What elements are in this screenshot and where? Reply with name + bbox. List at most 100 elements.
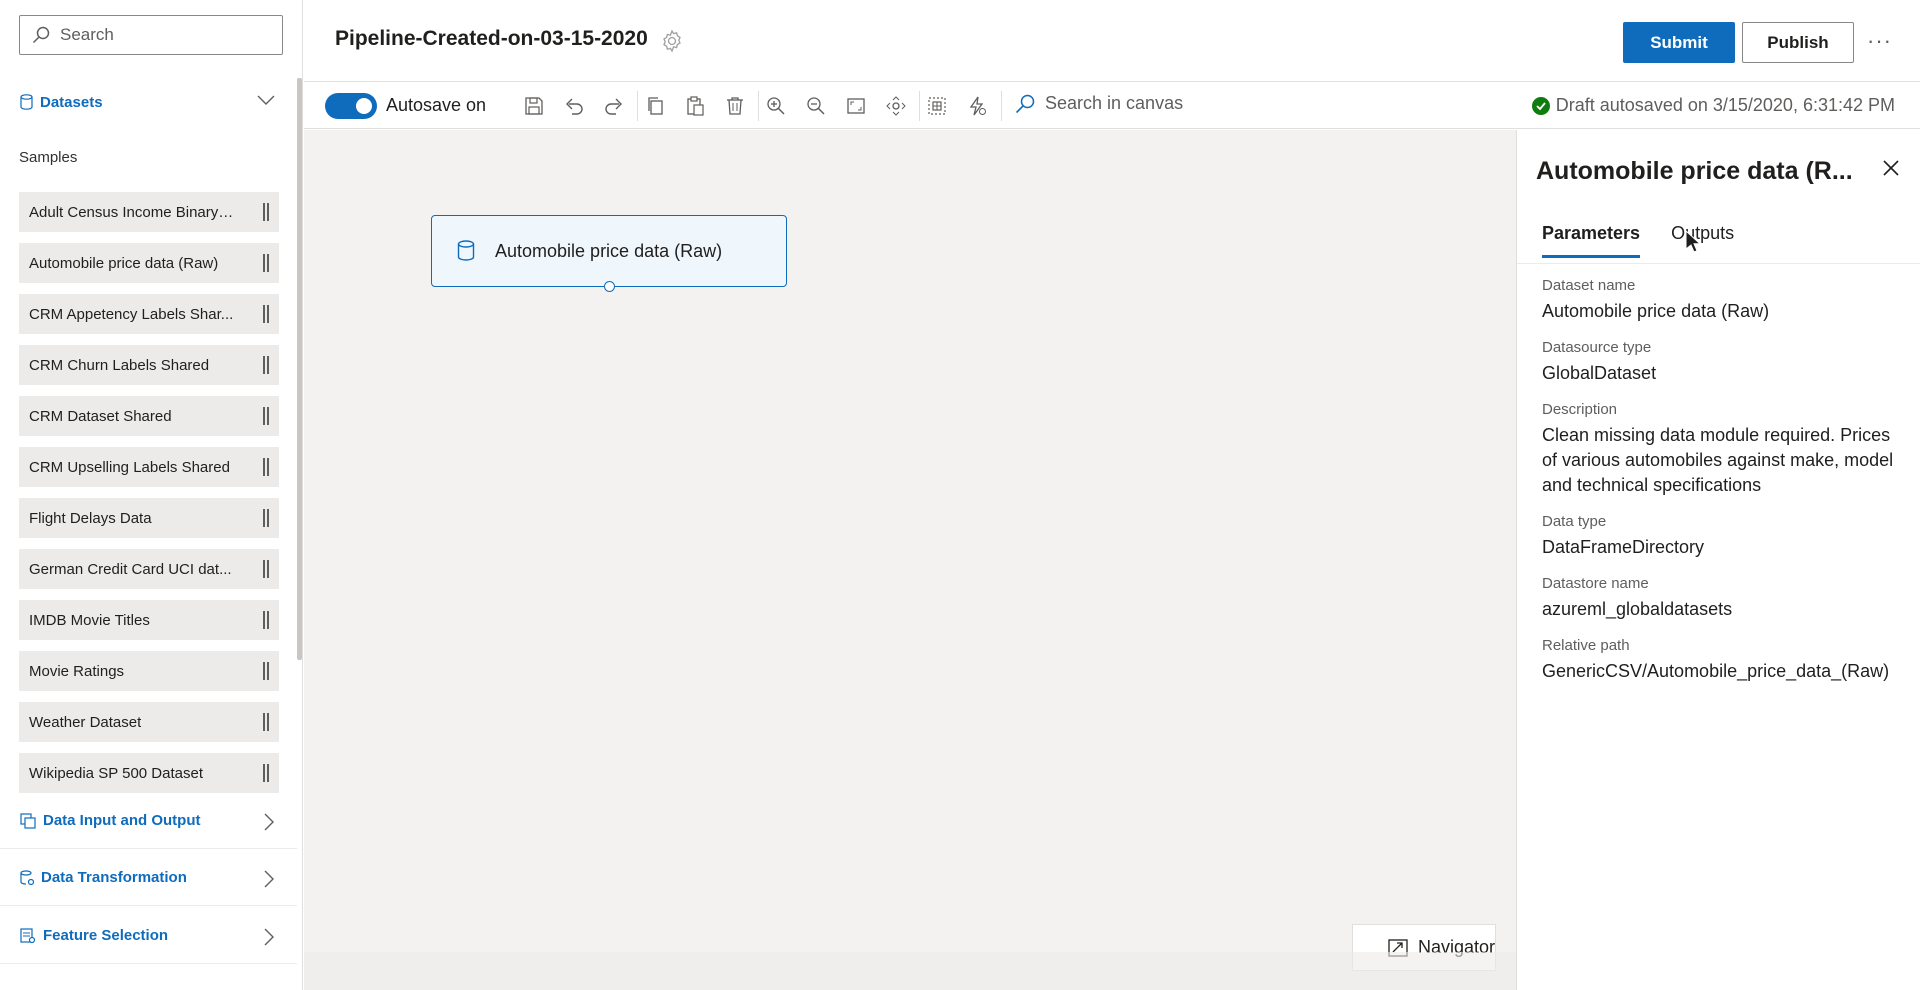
mouse-cursor-icon — [1685, 230, 1701, 254]
category-data-transformation[interactable]: Data Transformation — [0, 850, 297, 906]
sidebar-scrollbar[interactable] — [297, 78, 302, 660]
tab-parameters[interactable]: Parameters — [1542, 223, 1641, 258]
sample-dataset-item[interactable]: CRM Churn Labels Shared — [19, 345, 279, 385]
drag-handle-icon[interactable] — [263, 509, 269, 527]
sample-dataset-list: Adult Census Income Binary ... Automobil… — [19, 192, 279, 804]
save-icon[interactable] — [521, 93, 547, 119]
category-datasets[interactable]: Datasets — [0, 74, 297, 130]
sample-dataset-item[interactable]: Automobile price data (Raw) — [19, 243, 279, 283]
tab-outputs[interactable]: Outputs — [1671, 223, 1734, 258]
undo-icon[interactable] — [561, 93, 587, 119]
param-value: DataFrameDirectory — [1542, 537, 1705, 557]
chevron-right-icon[interactable] — [263, 928, 275, 946]
pipeline-header: Pipeline-Created-on-03-15-2020 Submit Pu… — [304, 0, 1920, 82]
sample-dataset-item[interactable]: Flight Delays Data — [19, 498, 279, 538]
pipeline-title[interactable]: Pipeline-Created-on-03-15-2020 — [335, 27, 648, 51]
more-options-icon[interactable]: ··· — [1867, 28, 1892, 54]
sample-dataset-item[interactable]: Weather Dataset — [19, 702, 279, 742]
search-input[interactable] — [60, 25, 260, 45]
drag-handle-icon[interactable] — [263, 407, 269, 425]
param-label: Datastore name — [1542, 575, 1649, 592]
sample-dataset-item[interactable]: CRM Appetency Labels Shar... — [19, 294, 279, 334]
sample-dataset-item[interactable]: Movie Ratings — [19, 651, 279, 691]
dataset-node-label: Automobile price data (Raw) — [495, 240, 723, 261]
sample-dataset-item[interactable]: Wikipedia SP 500 Dataset — [19, 753, 279, 793]
category-feature-selection[interactable]: Feature Selection — [0, 908, 297, 964]
module-palette-sidebar: Datasets Samples Adult Census Income Bin… — [0, 0, 303, 990]
drag-handle-icon[interactable] — [263, 356, 269, 374]
autosave-status-text: Draft autosaved on 3/15/2020, 6:31:42 PM — [1555, 95, 1895, 115]
sample-dataset-label: Movie Ratings — [29, 662, 125, 680]
sample-dataset-label: Wikipedia SP 500 Dataset — [29, 764, 203, 782]
param-label: Dataset name — [1542, 277, 1636, 294]
dataset-node[interactable]: Automobile price data (Raw) — [431, 215, 787, 292]
copy-icon[interactable] — [642, 93, 668, 119]
redo-icon[interactable] — [601, 93, 627, 119]
sample-dataset-item[interactable]: CRM Dataset Shared — [19, 396, 279, 436]
param-label: Description — [1542, 401, 1618, 418]
sample-dataset-label: CRM Churn Labels Shared — [29, 356, 210, 374]
canvas-search[interactable]: Search in canvas — [1015, 93, 1183, 114]
panel-title: Automobile price data (R... — [1536, 157, 1853, 185]
checkmark-circle-icon — [1531, 96, 1550, 115]
drag-handle-icon[interactable] — [263, 611, 269, 629]
auto-layout-icon[interactable] — [924, 93, 950, 119]
canvas-horizontal-scrollbar[interactable] — [304, 952, 1516, 990]
toolbar-divider — [919, 91, 920, 121]
param-value: GenericCSV/Automobile_price_data_(Raw) — [1542, 661, 1890, 681]
drag-handle-icon[interactable] — [263, 203, 269, 221]
fit-to-screen-icon[interactable] — [843, 93, 869, 119]
param-dataset-name: Dataset name Automobile price data (Raw) — [1542, 277, 1902, 324]
pipeline-canvas[interactable]: Automobile price data (Raw) Navigator — [304, 130, 1516, 990]
param-label: Datasource type — [1542, 339, 1652, 356]
canvas-toolbar: Autosave on Search in canvas Draft autos… — [304, 83, 1920, 129]
zoom-out-icon[interactable] — [803, 93, 829, 119]
sample-dataset-item[interactable]: IMDB Movie Titles — [19, 600, 279, 640]
chevron-right-icon[interactable] — [263, 870, 275, 888]
drag-handle-icon[interactable] — [263, 458, 269, 476]
data-transform-icon — [20, 869, 34, 886]
properties-panel: Automobile price data (R... Parameters O… — [1516, 130, 1920, 990]
sample-dataset-item[interactable]: German Credit Card UCI dat... — [19, 549, 279, 589]
publish-button[interactable]: Publish — [1742, 22, 1854, 63]
category-label: Feature Selection — [43, 927, 169, 944]
submit-button[interactable]: Submit — [1623, 22, 1735, 63]
param-label: Data type — [1542, 513, 1607, 530]
gear-icon[interactable] — [660, 29, 684, 53]
delete-icon[interactable] — [722, 93, 748, 119]
drag-handle-icon[interactable] — [263, 305, 269, 323]
feature-selection-icon — [20, 927, 36, 944]
zoom-in-icon[interactable] — [763, 93, 789, 119]
tabs-divider — [1517, 263, 1920, 264]
sample-dataset-label: CRM Dataset Shared — [29, 407, 172, 425]
drag-handle-icon[interactable] — [263, 254, 269, 272]
drag-handle-icon[interactable] — [263, 662, 269, 680]
autosave-toggle[interactable] — [325, 93, 377, 119]
chevron-right-icon[interactable] — [263, 813, 275, 831]
param-value: azureml_globaldatasets — [1542, 599, 1733, 619]
parameter-list: Dataset name Automobile price data (Raw)… — [1542, 277, 1902, 699]
toolbar-divider — [637, 91, 638, 121]
database-icon — [20, 94, 33, 110]
drag-handle-icon[interactable] — [263, 713, 269, 731]
sample-dataset-label: CRM Appetency Labels Shar... — [29, 305, 234, 323]
output-port[interactable] — [604, 281, 615, 292]
data-io-icon — [20, 812, 36, 829]
close-icon[interactable] — [1882, 159, 1900, 177]
drag-handle-icon[interactable] — [263, 764, 269, 782]
search-box[interactable] — [19, 15, 283, 55]
validate-graph-icon[interactable] — [964, 93, 990, 119]
param-description: Description Clean missing data module re… — [1542, 401, 1902, 498]
chevron-down-icon[interactable] — [257, 94, 275, 106]
sample-dataset-item[interactable]: Adult Census Income Binary ... — [19, 192, 279, 232]
paste-icon[interactable] — [682, 93, 708, 119]
pan-icon[interactable] — [883, 93, 909, 119]
toolbar-divider — [758, 91, 759, 121]
sample-dataset-item[interactable]: CRM Upselling Labels Shared — [19, 447, 279, 487]
category-data-input-output[interactable]: Data Input and Output — [0, 793, 297, 849]
autosave-status: Draft autosaved on 3/15/2020, 6:31:42 PM — [1531, 95, 1895, 116]
toggle-knob — [356, 98, 372, 114]
canvas-search-placeholder[interactable]: Search in canvas — [1045, 93, 1183, 114]
drag-handle-icon[interactable] — [263, 560, 269, 578]
search-icon — [1015, 94, 1035, 114]
